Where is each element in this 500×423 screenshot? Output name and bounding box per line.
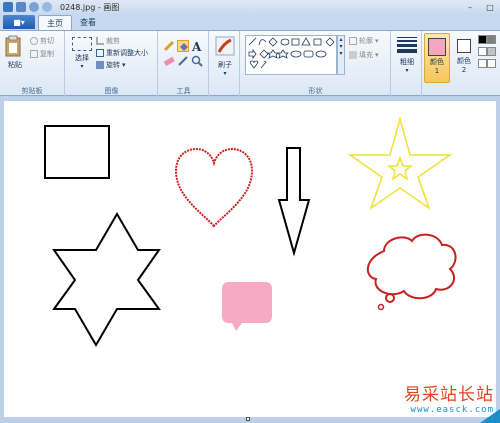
ribbon: 粘贴 剪切 复制 剪贴板 选择 ▾ 裁剪 重新调整大小 旋转▾ 图像 A 工具 [0, 30, 500, 97]
color1-label: 颜色 1 [430, 58, 444, 75]
watermark-site-name: 易采站长站 [404, 385, 494, 405]
fill-button[interactable]: 填充 ▾ [349, 50, 379, 60]
minimize-button[interactable]: – [460, 0, 480, 14]
crop-button[interactable]: 裁剪 [96, 36, 120, 46]
ribbon-tabs: ■▾ 主页 查看 [0, 14, 500, 30]
tools-group: A 工具 [159, 31, 209, 97]
image-group: 选择 ▾ 裁剪 重新调整大小 旋转 ▾ 图像 [66, 31, 158, 97]
thought-cloud-shape [366, 233, 457, 300]
redo-icon[interactable] [42, 2, 52, 12]
window-title: 0248.jpg - 画图 [60, 2, 120, 12]
cut-button[interactable]: 剪切 [30, 36, 54, 46]
canvas-resize-handle[interactable] [246, 417, 250, 421]
brushes-group: 刷子 ▾ [210, 31, 240, 97]
color-palette [478, 35, 500, 71]
size-button[interactable]: 粗细 ▾ [395, 36, 419, 74]
brush-icon [215, 36, 235, 56]
shape-icons [248, 37, 335, 69]
svg-text:A: A [191, 40, 202, 52]
eraser-icon[interactable] [163, 55, 175, 67]
canvas-area: 易采站长站 www.easck.com [0, 96, 500, 423]
speech-bubble-shape [222, 282, 272, 331]
crop-icon [96, 37, 104, 45]
resize-icon [96, 49, 104, 57]
palette-swatch-white[interactable] [478, 47, 487, 56]
color2-button[interactable]: 颜色 2 [452, 33, 476, 83]
outline-button[interactable]: 轮廓 ▾ [349, 36, 379, 46]
color2-swatch [457, 39, 471, 53]
paint-menu-button[interactable]: ■▾ [3, 15, 35, 29]
thought-dot-large [385, 293, 395, 303]
clipboard-icon [5, 35, 21, 57]
outline-icon [349, 37, 357, 45]
tools-group-label: 工具 [176, 87, 191, 95]
drawing-canvas[interactable]: 易采站长站 www.easck.com [4, 101, 496, 417]
small-star-shape [386, 155, 414, 181]
pencil-icon[interactable] [163, 40, 175, 52]
clipboard-group-label: 剪贴板 [21, 87, 43, 95]
palette-swatch-empty[interactable] [487, 59, 496, 68]
text-icon[interactable]: A [191, 40, 203, 52]
palette-swatch-empty[interactable] [478, 59, 487, 68]
selection-icon [72, 37, 92, 51]
clipboard-group: 粘贴 剪切 复制 剪贴板 [0, 31, 65, 97]
tab-view[interactable]: 查看 [72, 15, 104, 30]
star-shape [347, 116, 453, 210]
shapes-gallery[interactable] [245, 35, 337, 75]
size-label: 粗细 [400, 58, 414, 66]
select-button[interactable]: 选择 ▾ [70, 37, 94, 70]
scissors-icon [30, 37, 38, 45]
rectangle-shape [44, 125, 110, 179]
image-group-label: 图像 [104, 87, 119, 95]
tab-home[interactable]: 主页 [38, 15, 72, 30]
magnifier-icon[interactable] [191, 55, 203, 67]
color2-label: 颜色 2 [457, 57, 471, 74]
color1-button[interactable]: 颜色 1 [424, 33, 450, 83]
palette-swatch-black[interactable] [478, 35, 487, 44]
undo-icon[interactable] [29, 2, 39, 12]
fill-bucket-icon[interactable] [177, 40, 189, 52]
copy-button[interactable]: 复制 [30, 49, 54, 59]
canvas-corner-triangle [480, 409, 500, 423]
down-arrow-shape [277, 147, 311, 257]
select-label: 选择 [75, 54, 89, 62]
copy-icon [30, 50, 38, 58]
rotate-icon [96, 61, 104, 69]
save-icon[interactable] [16, 2, 26, 12]
palette-swatch-silver[interactable] [487, 47, 496, 56]
resize-button[interactable]: 重新调整大小 [96, 48, 148, 58]
color1-swatch [428, 38, 446, 56]
brushes-button[interactable]: 刷子 ▾ [214, 35, 236, 77]
line-width-icon [395, 36, 419, 54]
shapes-group: ▴ ▾ ▾ 轮廓 ▾ 填充 ▾ 形状 [241, 31, 391, 97]
brushes-label: 刷子 [218, 61, 232, 69]
app-icon [3, 2, 13, 12]
paste-label: 粘贴 [8, 61, 22, 69]
color-picker-icon[interactable] [177, 55, 189, 67]
rotate-button[interactable]: 旋转 ▾ [96, 60, 126, 70]
thought-dot-small [377, 303, 385, 311]
maximize-button[interactable]: □ [480, 0, 500, 14]
title-bar: 0248.jpg - 画图 – □ [0, 0, 500, 14]
paste-button[interactable]: 粘贴 [4, 35, 26, 70]
shapes-group-label: 形状 [308, 87, 323, 95]
fill-icon [349, 51, 357, 59]
palette-swatch-gray[interactable] [487, 35, 496, 44]
hexagram-shape [52, 212, 161, 347]
drawing-shapes [44, 116, 457, 347]
size-group: 粗细 ▾ [392, 31, 422, 97]
heart-shape [174, 147, 254, 228]
